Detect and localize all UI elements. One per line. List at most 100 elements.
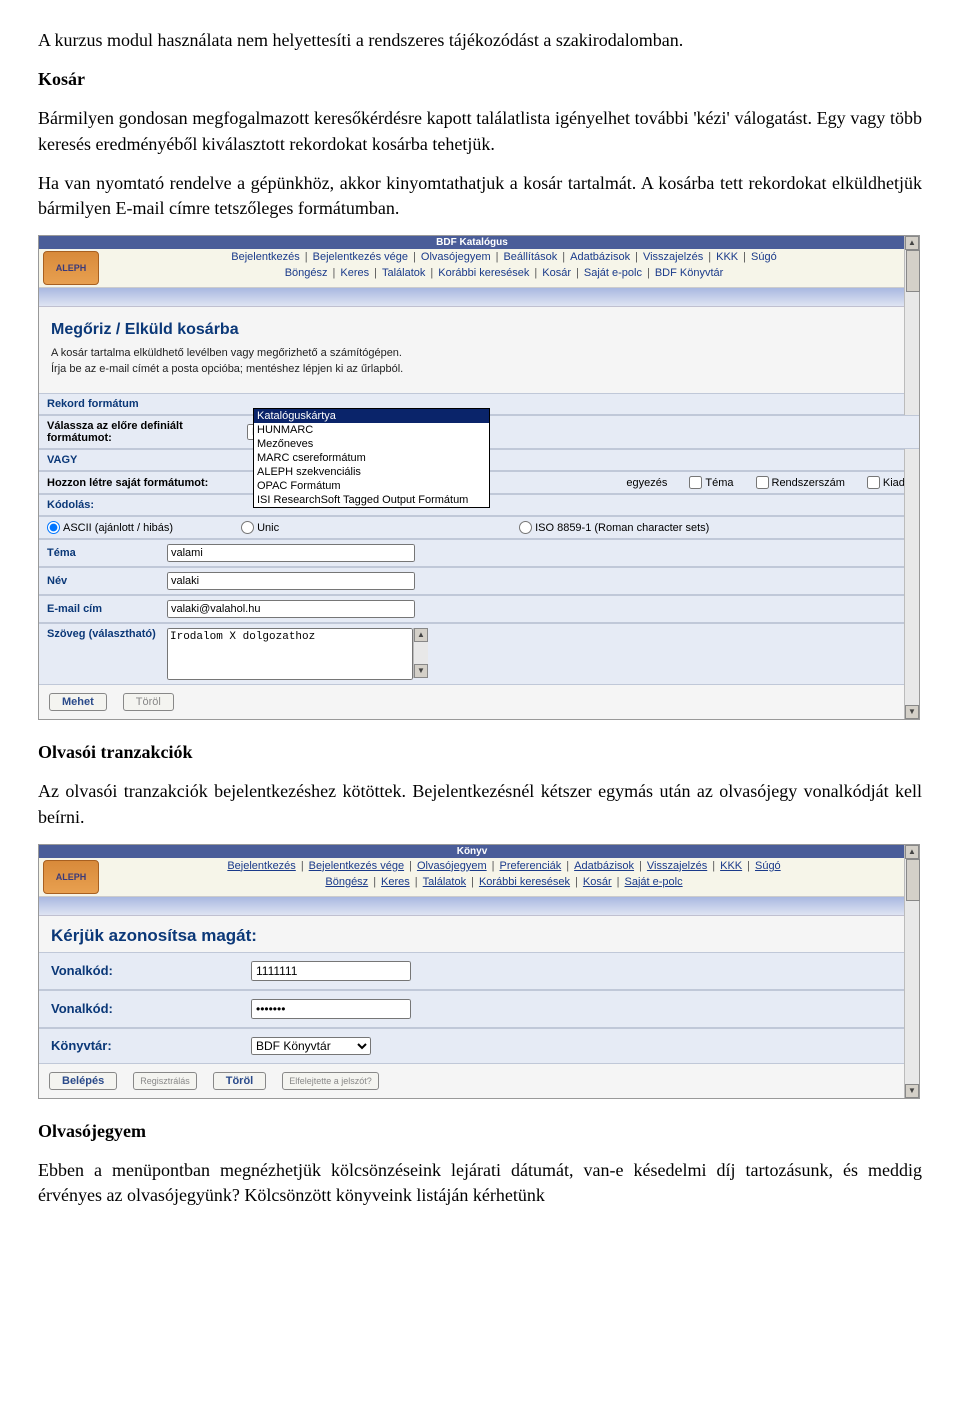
nav-bongesz[interactable]: Böngész bbox=[325, 876, 368, 888]
scroll-down-icon[interactable]: ▼ bbox=[905, 705, 919, 719]
scroll-up-icon[interactable]: ▲ bbox=[414, 628, 428, 642]
valassza-label: Válassza az előre definiált formátumot: bbox=[47, 420, 247, 444]
nav-visszajelzes[interactable]: Visszajelzés bbox=[643, 251, 703, 263]
szoveg-label: Szöveg (választható) bbox=[47, 628, 167, 640]
intro-text: A kurzus modul használata nem helyettesí… bbox=[38, 28, 922, 53]
nav-korabbi[interactable]: Korábbi keresések bbox=[438, 267, 529, 279]
clear-button[interactable]: Töröl bbox=[123, 693, 174, 711]
barcode-input-2[interactable] bbox=[251, 999, 411, 1019]
ojegy-heading: Olvasójegyem bbox=[38, 1119, 922, 1144]
nav-adatbazisok[interactable]: Adatbázisok bbox=[574, 860, 634, 872]
barcode-input-1[interactable] bbox=[251, 961, 411, 981]
sub-text-2: Írja be az e-mail címét a posta opcióba;… bbox=[51, 363, 893, 375]
nav-bejelentkezes-vege[interactable]: Bejelentkezés vége bbox=[313, 251, 408, 263]
barcode-label-2: Vonalkód: bbox=[51, 1001, 251, 1016]
email-input[interactable] bbox=[167, 600, 415, 618]
chk-egyezes[interactable]: egyezés bbox=[626, 477, 667, 489]
record-format-heading: Rekord formátum bbox=[47, 398, 237, 410]
chk-tema[interactable]: Téma bbox=[689, 476, 733, 489]
tema-input[interactable] bbox=[167, 544, 415, 562]
nav-sugo[interactable]: Súgó bbox=[751, 251, 777, 263]
tema-label: Téma bbox=[47, 547, 167, 559]
aleph-logo: ALEPH bbox=[43, 251, 99, 285]
nav-kkk[interactable]: KKK bbox=[720, 860, 742, 872]
page-heading: Megőriz / Elküld kosárba bbox=[51, 321, 893, 339]
nav-visszajelzes[interactable]: Visszajelzés bbox=[647, 860, 707, 872]
book-title-bar: Könyv bbox=[39, 845, 905, 858]
vertical-scrollbar[interactable]: ▲ ▼ bbox=[904, 845, 919, 1098]
nav-keres[interactable]: Keres bbox=[381, 876, 410, 888]
format-dropdown-list[interactable]: Katalóguskártya HUNMARC Mezőneves MARC c… bbox=[253, 408, 490, 508]
tranz-para: Az olvasói tranzakciók bejelentkezéshez … bbox=[38, 779, 922, 829]
catalog-title-bar: BDF Katalógus bbox=[39, 236, 905, 249]
format-option[interactable]: OPAC Formátum bbox=[254, 479, 489, 493]
nev-input[interactable] bbox=[167, 572, 415, 590]
olvasojegyem-section: Olvasójegyem Ebben a menüpontban megnézh… bbox=[38, 1119, 922, 1209]
nav-kkk[interactable]: KKK bbox=[716, 251, 738, 263]
library-label: Könyvtár: bbox=[51, 1038, 251, 1053]
nav-row-bottom: Böngész| Keres| Találatok| Korábbi keres… bbox=[103, 265, 905, 281]
register-button[interactable]: Regisztrálás bbox=[133, 1072, 197, 1090]
nav-preferenciak[interactable]: Preferenciák bbox=[500, 860, 562, 872]
scroll-down-icon[interactable]: ▼ bbox=[905, 1084, 919, 1098]
format-option[interactable]: ALEPH szekvenciális bbox=[254, 465, 489, 479]
enc-ascii[interactable]: ASCII (ajánlott / hibás) bbox=[47, 521, 173, 534]
nav-bejelentkezes-vege[interactable]: Bejelentkezés vége bbox=[309, 860, 404, 872]
hozzon-label: Hozzon létre saját formátumot: bbox=[47, 477, 247, 489]
format-option[interactable]: HUNMARC bbox=[254, 423, 489, 437]
login-button[interactable]: Belépés bbox=[49, 1072, 117, 1090]
nav-row-top: Bejelentkezés| Bejelentkezés vége| Olvas… bbox=[103, 858, 905, 874]
go-button[interactable]: Mehet bbox=[49, 693, 107, 711]
enc-iso[interactable]: ISO 8859-1 (Roman character sets) bbox=[519, 521, 709, 534]
nav-kosar[interactable]: Kosár bbox=[583, 876, 612, 888]
vertical-scrollbar[interactable]: ▲ ▼ bbox=[904, 236, 919, 719]
format-option[interactable]: MARC csereformátum bbox=[254, 451, 489, 465]
scroll-up-icon[interactable]: ▲ bbox=[905, 236, 919, 250]
nev-label: Név bbox=[47, 575, 167, 587]
nav-korabbi[interactable]: Korábbi keresések bbox=[479, 876, 570, 888]
textarea-scrollbar[interactable]: ▲ ▼ bbox=[413, 628, 428, 678]
format-option[interactable]: ISI ResearchSoft Tagged Output Formátum bbox=[254, 493, 489, 507]
nav-bongesz[interactable]: Böngész bbox=[285, 267, 328, 279]
ojegy-para: Ebben a menüpontban megnézhetjük kölcsön… bbox=[38, 1158, 922, 1208]
vagy-label: VAGY bbox=[47, 454, 237, 466]
nav-olvasojegyem[interactable]: Olvasójegyem bbox=[417, 860, 487, 872]
nav-kosar[interactable]: Kosár bbox=[542, 267, 571, 279]
nav-bdf-konyvtar[interactable]: BDF Könyvtár bbox=[655, 267, 723, 279]
scroll-thumb[interactable] bbox=[906, 859, 920, 901]
clear-button[interactable]: Töröl bbox=[213, 1072, 267, 1090]
auth-heading: Kérjük azonosítsa magát: bbox=[39, 916, 919, 952]
nav-bejelentkezes[interactable]: Bejelentkezés bbox=[231, 251, 300, 263]
nav-olvasojegyem[interactable]: Olvasójegyem bbox=[421, 251, 491, 263]
sub-text-1: A kosár tartalma elküldhető levélben vag… bbox=[51, 347, 893, 359]
nav-adatbazisok[interactable]: Adatbázisok bbox=[570, 251, 630, 263]
aleph-cart-screenshot: ▲ ▼ BDF Katalógus ALEPH Bejelentkezés| B… bbox=[38, 235, 920, 720]
nav-bejelentkezes[interactable]: Bejelentkezés bbox=[227, 860, 296, 872]
forgot-password-button[interactable]: Elfelejtette a jelszót? bbox=[282, 1072, 379, 1090]
szoveg-textarea[interactable]: Irodalom X dolgozathoz bbox=[167, 628, 413, 680]
header-gradient bbox=[39, 897, 905, 916]
nav-talalatok[interactable]: Találatok bbox=[382, 267, 425, 279]
format-option[interactable]: Mezőneves bbox=[254, 437, 489, 451]
library-select[interactable]: BDF Könyvtár bbox=[251, 1037, 371, 1055]
encoding-label: Kódolás: bbox=[47, 499, 237, 511]
scroll-down-icon[interactable]: ▼ bbox=[414, 664, 428, 678]
scroll-thumb[interactable] bbox=[906, 250, 920, 292]
enc-unicode[interactable]: Unic bbox=[241, 521, 279, 534]
nav-keres[interactable]: Keres bbox=[340, 267, 369, 279]
kosar-heading: Kosár bbox=[38, 67, 922, 92]
nav-row-bottom: Böngész| Keres| Találatok| Korábbi keres… bbox=[103, 874, 905, 890]
document-body: A kurzus modul használata nem helyettesí… bbox=[38, 28, 922, 221]
tranz-heading: Olvasói tranzakciók bbox=[38, 740, 922, 765]
nav-epolc[interactable]: Saját e-polc bbox=[625, 876, 683, 888]
nav-sugo[interactable]: Súgó bbox=[755, 860, 781, 872]
nav-epolc[interactable]: Saját e-polc bbox=[584, 267, 642, 279]
aleph-login-screenshot: ▲ ▼ Könyv ALEPH Bejelentkezés| Bejelentk… bbox=[38, 844, 920, 1099]
transactions-section: Olvasói tranzakciók Az olvasói tranzakci… bbox=[38, 740, 922, 830]
chk-rendszerszam[interactable]: Rendszerszám bbox=[756, 476, 845, 489]
scroll-up-icon[interactable]: ▲ bbox=[905, 845, 919, 859]
nav-talalatok[interactable]: Találatok bbox=[423, 876, 466, 888]
nav-beallitasok[interactable]: Beállítások bbox=[503, 251, 557, 263]
kosar-para2: Ha van nyomtató rendelve a gépünkhöz, ak… bbox=[38, 171, 922, 221]
format-option[interactable]: Katalóguskártya bbox=[254, 409, 489, 423]
